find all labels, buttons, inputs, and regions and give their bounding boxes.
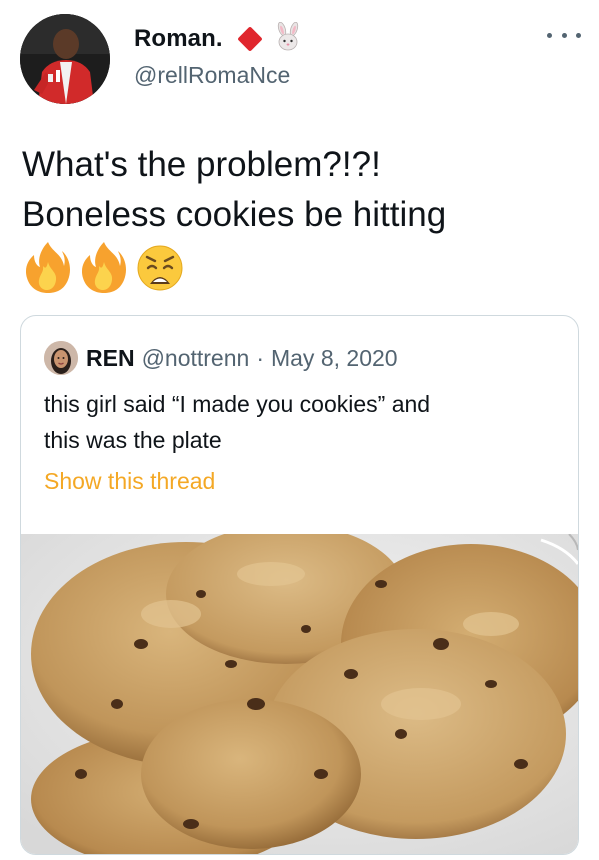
fire-emoji	[81, 242, 126, 293]
cookies-photo[interactable]	[21, 534, 578, 854]
author-avatar[interactable]	[20, 14, 110, 104]
quoted-tweet-date[interactable]: May 8, 2020	[271, 345, 398, 372]
quoted-tweet-header: REN @nottrenn · May 8, 2020	[44, 340, 398, 376]
quoted-tweet-text-line: this girl said “I made you cookies” and	[44, 391, 431, 417]
quoted-author-avatar[interactable]	[44, 341, 78, 375]
quoted-author-handle[interactable]: @nottrenn	[142, 345, 250, 372]
rabbit-face-icon	[273, 21, 303, 57]
tweet-text-line: Boneless cookies be hitting	[22, 195, 447, 234]
author-name-row[interactable]: Roman.	[134, 21, 303, 57]
tweet-text-line: What's the problem?!?!	[22, 145, 381, 184]
quoted-tweet-card[interactable]: REN @nottrenn · May 8, 2020 this girl sa…	[20, 315, 579, 855]
author-handle[interactable]: @rellRomaNce	[134, 62, 290, 89]
red-diamond-icon	[236, 26, 263, 52]
more-horizontal-icon	[561, 32, 567, 38]
tweet-text: What's the problem?!?! Boneless cookies …	[22, 140, 582, 240]
quoted-tweet-text: this girl said “I made you cookies” and …	[44, 386, 554, 458]
quoted-author-name[interactable]: REN	[86, 345, 135, 372]
fire-emoji	[25, 242, 70, 293]
more-horizontal-icon	[547, 32, 552, 38]
tweet-emoji-row	[22, 238, 186, 294]
weary-face-emoji	[137, 245, 183, 291]
more-options-button[interactable]	[547, 24, 581, 46]
separator-dot: ·	[256, 344, 264, 371]
author-display-name[interactable]: Roman.	[134, 25, 223, 53]
quoted-tweet-text-line: this was the plate	[44, 427, 222, 453]
tweet: Roman. @rellRomaNce What's the problem?!…	[0, 0, 599, 860]
show-thread-link[interactable]: Show this thread	[44, 468, 215, 495]
more-horizontal-icon	[576, 32, 581, 38]
